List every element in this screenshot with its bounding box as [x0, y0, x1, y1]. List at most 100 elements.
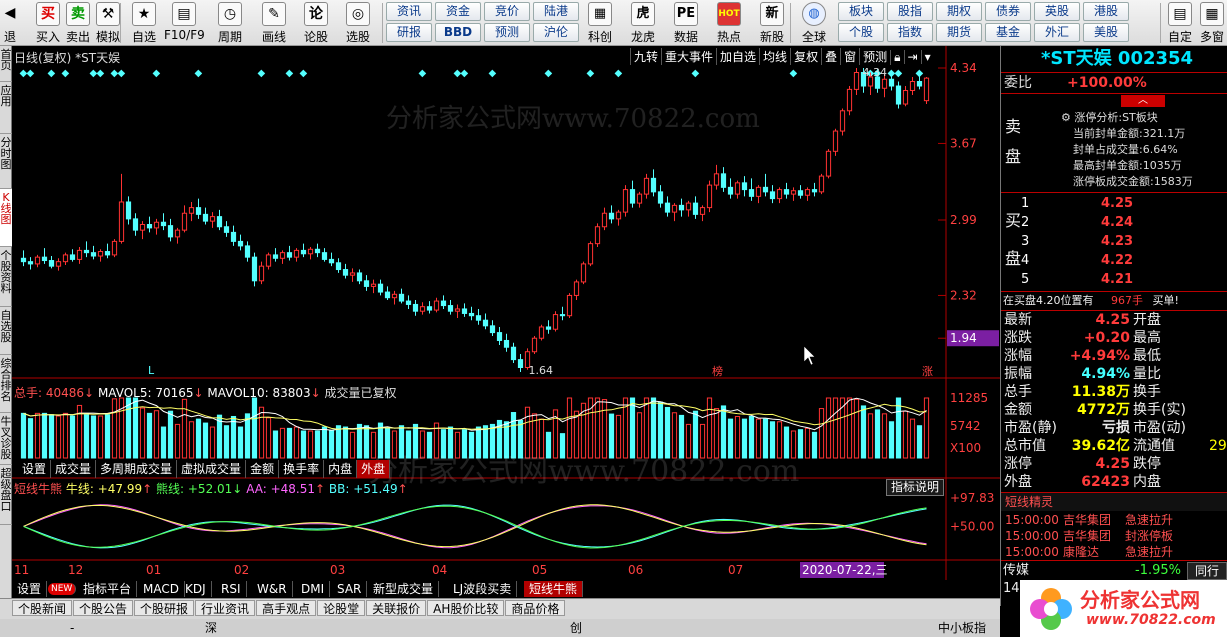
indicator-tab-7[interactable]: DMI [296, 581, 331, 597]
market-link-股指[interactable]: 股指 [887, 2, 933, 21]
volume-tab-4[interactable]: 金额 [246, 460, 280, 478]
volume-tab-5[interactable]: 换手率 [279, 460, 325, 478]
toolbar-button-4[interactable]: ★ 自选 [124, 2, 164, 44]
volume-tab-1[interactable]: 成交量 [51, 460, 97, 478]
quick-link-陆港[interactable]: 陆港 [533, 2, 579, 21]
market-link-美股[interactable]: 美股 [1083, 23, 1129, 42]
quick-link-BBD[interactable]: BBD [435, 23, 481, 42]
indicator-tab-5[interactable]: RSI [216, 581, 247, 597]
indicator-tab-8[interactable]: SAR [332, 581, 368, 597]
volume-tab-2[interactable]: 多周期成交量 [96, 460, 178, 478]
left-tab-1[interactable]: 应用 [0, 82, 12, 134]
toolbar-button3-1[interactable]: ▦ 多窗 [1196, 2, 1227, 44]
event-diamond-icon[interactable]: ◆ [895, 68, 903, 79]
elf-row[interactable]: 15:00:00 吉华集团 急速拉升 [1001, 512, 1227, 528]
news-tab-7[interactable]: AH股价比较 [427, 600, 505, 616]
left-tab-8[interactable]: 超级盘口 [0, 465, 12, 525]
toolbar-button-6[interactable]: ◷ 周期 [210, 2, 250, 44]
toolbar-button-3[interactable]: ⚒ 模拟 [88, 2, 128, 44]
kline-chart-area[interactable]: 日线(复权) *ST天娱 分析家公式网www.70822.com 九转 重大事件加… [12, 46, 1000, 580]
event-diamond-icon[interactable]: ◆ [587, 68, 595, 79]
event-diamond-icon[interactable]: ◆ [419, 68, 427, 79]
market-link-期权[interactable]: 期权 [936, 2, 982, 21]
toolbar-button2-1[interactable]: 虎龙虎 [623, 2, 663, 44]
quick-link-资金[interactable]: 资金 [435, 2, 481, 21]
news-tab-3[interactable]: 行业资讯 [195, 600, 256, 616]
event-diamond-icon[interactable]: ◆ [615, 68, 623, 79]
collapse-arrow-icon[interactable]: ︿ [1121, 95, 1165, 107]
event-diamond-icon[interactable]: ◆ [790, 68, 798, 79]
market-link-板块[interactable]: 板块 [838, 2, 884, 21]
volume-tab-3[interactable]: 虚拟成交量 [177, 460, 247, 478]
event-diamond-icon[interactable]: ◆ [97, 68, 105, 79]
peer-button[interactable]: 同行 [1187, 562, 1227, 580]
toolbar-button-5[interactable]: ▤ F10/F9 [164, 2, 205, 44]
volume-tab-0[interactable]: 设置 [18, 460, 52, 478]
event-diamond-icon[interactable]: ◆ [692, 68, 700, 79]
market-link-港股[interactable]: 港股 [1083, 2, 1129, 21]
elf-row[interactable]: 15:00:00 康隆达 急速拉升 [1001, 544, 1227, 560]
left-tab-3[interactable]: K线图 [0, 189, 12, 247]
indicator-tab-0[interactable]: 设置 [12, 581, 48, 597]
toolbar-button-8[interactable]: 论论股 [296, 2, 336, 44]
event-diamond-icon[interactable]: ◆ [286, 68, 294, 79]
toolbar-button-9[interactable]: ◎ 选股 [338, 2, 378, 44]
quick-link-预测[interactable]: 预测 [484, 23, 530, 42]
toolbar-button-0[interactable]: ◀ 退 [0, 2, 20, 44]
market-link-期货[interactable]: 期货 [936, 23, 982, 42]
indicator-tab-4[interactable]: KDJ [180, 581, 212, 597]
indicator-tab-6[interactable]: W&R [252, 581, 293, 597]
toolbar-button2-4[interactable]: 新新股 [752, 2, 792, 44]
volume-tab-7[interactable]: 外盘 [357, 460, 391, 478]
indicator-tab-9[interactable]: 新型成交量 [368, 581, 440, 597]
event-diamond-icon[interactable]: ◆ [489, 68, 497, 79]
indicator-tab-10[interactable]: LJ波段买卖 [448, 581, 518, 597]
news-tab-6[interactable]: 关联报价 [366, 600, 427, 616]
quick-link-沪伦[interactable]: 沪伦 [533, 23, 579, 42]
left-tab-6[interactable]: 综合排名 [0, 355, 12, 413]
event-diamond-icon[interactable]: ◆ [48, 68, 56, 79]
toolbar-button2-0[interactable]: ▦ 科创 [580, 2, 620, 44]
toolbar-button2-2[interactable]: PE 数据 [666, 2, 706, 44]
news-tab-8[interactable]: 商品价格 [505, 600, 566, 616]
left-tab-5[interactable]: 自选股 [0, 307, 12, 355]
indicator-help-button[interactable]: 指标说明 [886, 479, 945, 496]
toolbar-button2-5[interactable]: ◍ 全球 [794, 2, 834, 44]
event-diamond-icon[interactable]: ◆ [27, 68, 35, 79]
indicator-tab-3[interactable]: MACD [138, 581, 185, 597]
volume-tab-6[interactable]: 内盘 [324, 460, 358, 478]
indicator-tab-11[interactable]: 短线牛熊 [524, 581, 584, 597]
event-diamond-icon[interactable]: ◆ [461, 68, 469, 79]
left-tab-0[interactable]: 首页 [0, 46, 12, 82]
quick-link-研报[interactable]: 研报 [386, 23, 432, 42]
elf-row[interactable]: 15:00:00 吉华集团 封涨停板 [1001, 528, 1227, 544]
toolbar-button2-3[interactable]: HOT 热点 [709, 2, 749, 44]
news-tab-0[interactable]: 个股新闻 [12, 600, 73, 616]
market-link-债券[interactable]: 债券 [985, 2, 1031, 21]
market-link-个股[interactable]: 个股 [838, 23, 884, 42]
indicator-tab-1[interactable]: NEW [48, 583, 77, 595]
market-link-外汇[interactable]: 外汇 [1034, 23, 1080, 42]
market-link-英股[interactable]: 英股 [1034, 2, 1080, 21]
event-diamond-icon[interactable]: ◆ [153, 68, 161, 79]
toolbar-button3-0[interactable]: ▤ 自定 [1164, 2, 1196, 44]
news-tab-4[interactable]: 高手观点 [256, 600, 317, 616]
quick-link-竞价[interactable]: 竞价 [484, 2, 530, 21]
event-diamond-icon[interactable]: ◆ [118, 68, 126, 79]
toolbar-button-7[interactable]: ✎ 画线 [254, 2, 294, 44]
market-link-指数[interactable]: 指数 [887, 23, 933, 42]
event-diamond-icon[interactable]: ◆ [195, 68, 203, 79]
market-link-基金[interactable]: 基金 [985, 23, 1031, 42]
left-tab-7[interactable]: 牛叉诊股 [0, 413, 12, 465]
event-diamond-icon[interactable]: ◆ [545, 68, 553, 79]
left-tab-2[interactable]: 分时图 [0, 134, 12, 189]
news-tab-5[interactable]: 论股堂 [317, 600, 366, 616]
news-tab-2[interactable]: 个股研报 [134, 600, 195, 616]
event-diamond-icon[interactable]: ◆ [62, 68, 70, 79]
event-diamond-icon[interactable]: ◆ [300, 68, 308, 79]
indicator-tab-2[interactable]: 指标平台 [78, 581, 138, 597]
sme-index-label[interactable]: 中小板指 [938, 619, 986, 637]
news-tab-1[interactable]: 个股公告 [73, 600, 134, 616]
left-tab-4[interactable]: 个股资料 [0, 247, 12, 307]
quick-link-资讯[interactable]: 资讯 [386, 2, 432, 21]
